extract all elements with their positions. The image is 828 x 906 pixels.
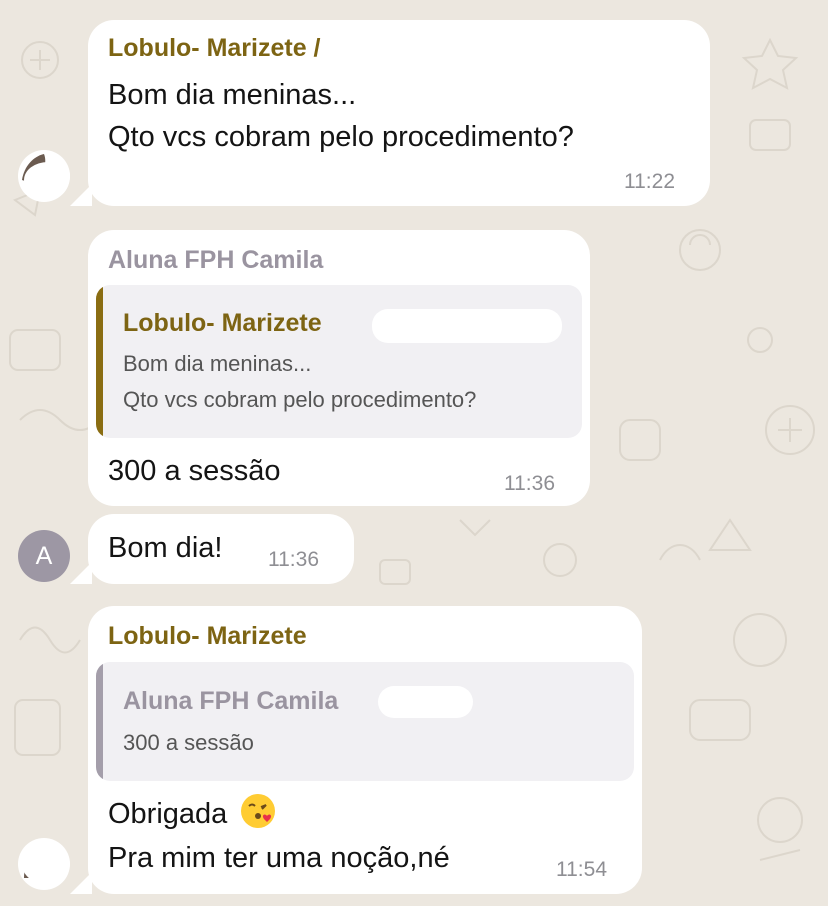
quote-bar bbox=[96, 662, 103, 781]
quoted-text: 300 a sessão bbox=[123, 730, 254, 755]
message-text-line: Bom dia meninas... bbox=[108, 79, 357, 111]
quoted-message[interactable]: Aluna FPH Camila 300 a sessão bbox=[96, 662, 634, 781]
quoted-sender: Lobulo- Marizete bbox=[123, 309, 322, 337]
redacted-name bbox=[362, 622, 452, 650]
redacted-name bbox=[375, 36, 540, 66]
message-text-line: Qto vcs cobram pelo procedimento? bbox=[108, 121, 574, 153]
avatar-photo[interactable] bbox=[18, 150, 70, 202]
message-text: 300 a sessão bbox=[108, 455, 281, 487]
redacted-name bbox=[362, 248, 472, 276]
quoted-sender: Aluna FPH Camila bbox=[123, 687, 339, 715]
message-text: Bom dia! bbox=[108, 532, 223, 564]
quoted-text-line: Qto vcs cobram pelo procedimento? bbox=[123, 387, 477, 412]
message-time: 11:22 bbox=[624, 170, 675, 193]
message-sender[interactable]: Aluna FPH Camila bbox=[108, 246, 323, 275]
bubble-tail-4 bbox=[70, 872, 92, 894]
message-text: Obrigada bbox=[108, 798, 228, 830]
quote-bar bbox=[96, 285, 103, 438]
message-time: 11:36 bbox=[504, 472, 555, 495]
message-sender[interactable]: Lobulo- Marizete bbox=[108, 622, 307, 651]
quoted-message[interactable]: Lobulo- Marizete Bom dia meninas... Qto … bbox=[96, 285, 582, 438]
message-text-line: Obrigada bbox=[108, 793, 276, 835]
bubble-tail-1 bbox=[70, 184, 92, 206]
redacted-avatar-icon bbox=[22, 154, 70, 198]
redacted-name bbox=[378, 686, 473, 718]
message-time: 11:54 bbox=[556, 858, 607, 881]
redacted-avatar-icon bbox=[22, 844, 70, 884]
redacted-name bbox=[372, 309, 562, 343]
avatar-photo[interactable] bbox=[18, 838, 70, 890]
message-text-line: Pra mim ter uma noção,né bbox=[108, 842, 450, 874]
kissing-face-with-heart-emoji-icon bbox=[241, 794, 276, 828]
bubble-tail-3 bbox=[70, 562, 92, 584]
message-sender[interactable]: Lobulo- Marizete / bbox=[108, 34, 321, 63]
quoted-text-line: Bom dia meninas... bbox=[123, 351, 312, 376]
message-time: 11:36 bbox=[268, 548, 319, 571]
avatar-initial[interactable]: A bbox=[18, 530, 70, 582]
